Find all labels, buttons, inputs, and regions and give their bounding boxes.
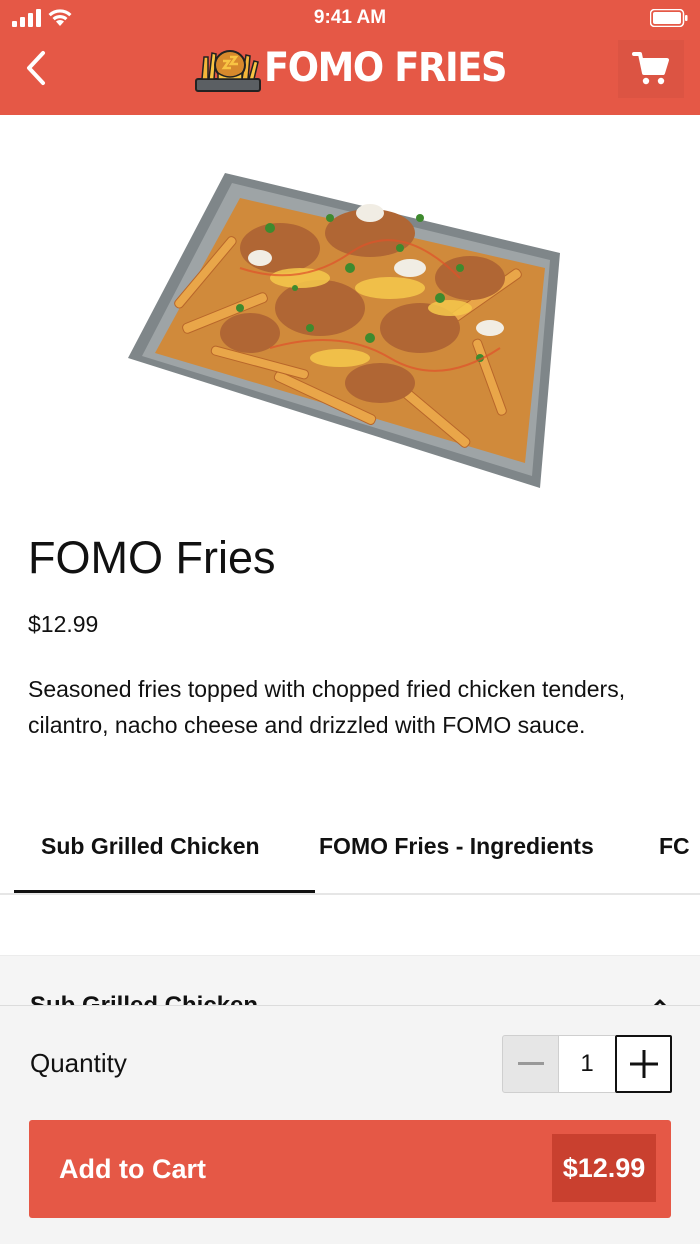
battery-icon: [650, 9, 688, 27]
fomo-logo-icon: [195, 50, 261, 92]
back-button[interactable]: [18, 48, 54, 88]
increase-quantity-button[interactable]: [615, 1035, 672, 1093]
brand-logo: FOMO FRIES: [192, 42, 527, 94]
back-chevron-icon: [27, 51, 45, 85]
active-tab-indicator: [14, 890, 315, 893]
quantity-value[interactable]: 1: [559, 1035, 615, 1093]
bottom-bar: Quantity 1 Add to Cart $12.99: [0, 1005, 700, 1244]
quantity-stepper: 1: [502, 1035, 672, 1093]
brand-wordmark: FOMO FRIES: [264, 45, 508, 91]
status-time: 9:41 AM: [313, 7, 387, 28]
status-bar: 9:41 AM: [0, 0, 700, 36]
tab-partial[interactable]: FC: [659, 833, 690, 860]
plus-icon: [629, 1050, 658, 1078]
product-title: FOMO Fries: [28, 532, 276, 583]
product-description: Seasoned fries topped with chopped fried…: [28, 676, 626, 738]
app-header: 9:41 AM FOMO FRIES: [0, 0, 700, 115]
option-tabs: Sub Grilled Chicken FOMO Fries - Ingredi…: [0, 815, 700, 895]
add-to-cart-label: Add to Cart: [59, 1154, 206, 1184]
add-to-cart-price: $12.99: [552, 1134, 656, 1202]
add-to-cart-button[interactable]: Add to Cart $12.99: [29, 1120, 671, 1218]
cart-icon: [632, 52, 669, 85]
quantity-label: Quantity: [30, 1048, 127, 1078]
tab-fomo-fries-ingredients[interactable]: FOMO Fries - Ingredients: [319, 833, 594, 860]
decrease-quantity-button[interactable]: [502, 1035, 559, 1093]
tab-sub-grilled-chicken[interactable]: Sub Grilled Chicken: [41, 833, 260, 860]
minus-icon: [517, 1062, 544, 1065]
product-price: $12.99: [28, 611, 99, 637]
cart-button[interactable]: [618, 40, 684, 98]
product-image: [128, 173, 560, 488]
